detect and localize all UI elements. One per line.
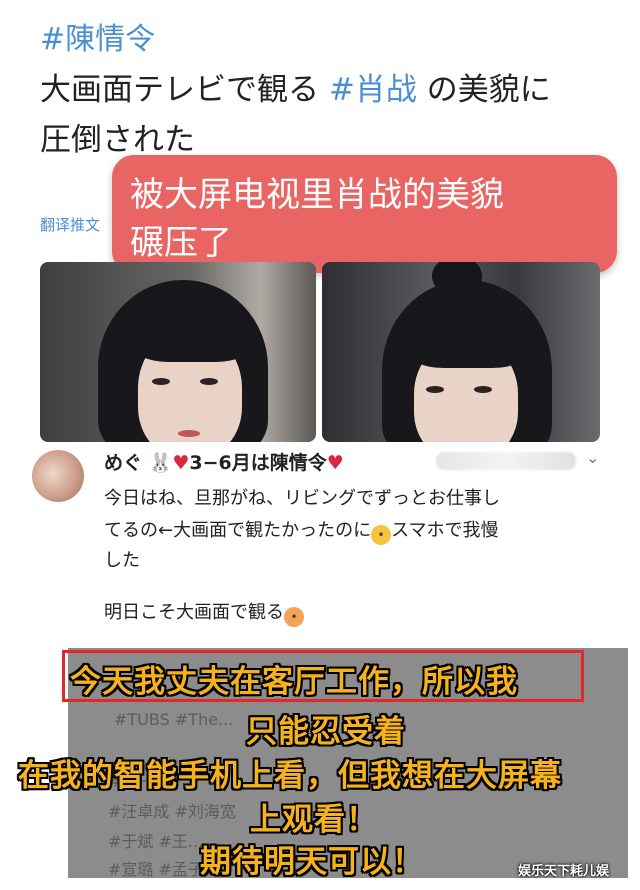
reply-body-line3: した <box>104 550 140 571</box>
reply-body-line2: てるの←大画面で観たかったのに • スマホで我慢 <box>104 516 499 545</box>
eye-left <box>426 386 444 393</box>
eye-right <box>200 378 218 385</box>
fringe-shape <box>132 302 252 362</box>
user-avatar[interactable] <box>32 450 84 502</box>
tweet-text-suffix: の美貌に <box>416 72 551 108</box>
caption-line2: 碾压了 <box>130 223 232 263</box>
hashtag-link[interactable]: #陳情令 <box>40 14 155 58</box>
tweet-text-line1: 大画面テレビで観る #肖战 の美貌に <box>40 64 551 109</box>
reply-body-line1: 今日はね、旦那がね、リビングでずっとお仕事し <box>104 488 500 509</box>
faded-hashtag: #于斌 #王... <box>108 832 204 851</box>
blurred-handle <box>436 452 576 470</box>
reply-body-line2b: スマホで我慢 <box>391 520 499 541</box>
heart-icon: ♥ <box>172 452 190 474</box>
eye-right <box>474 386 492 393</box>
subtitle-line4: 上观看！ <box>250 802 378 838</box>
translate-tweet-link[interactable]: 翻译推文 <box>40 214 100 235</box>
rabbit-icon: 🐰 <box>148 452 173 474</box>
subtitle-line2: 只能忍受着 <box>246 714 406 750</box>
user-display-name[interactable]: めぐ 🐰♥3−6月は陳情令♥ <box>104 448 344 475</box>
hashtag-xiaozhan-link[interactable]: #肖战 <box>329 72 417 108</box>
bottom-border <box>0 878 640 890</box>
watermark: 娱乐天下耗儿娱 <box>518 864 610 879</box>
subtitle-line5: 期待明天可以！ <box>200 844 424 880</box>
reply-body-line2a: てるの←大画面で観たかったのに <box>104 520 372 541</box>
heart-icon: ♥ <box>326 452 344 474</box>
reply-body-line4-text: 明日こそ大画面で観る <box>104 602 284 623</box>
crying-face-icon: • <box>371 525 392 545</box>
tweet-photo-left[interactable] <box>40 262 316 442</box>
caption-bubble: 被大屏电视里肖战的美貌 碾压了 <box>112 155 617 273</box>
tweet-photo-right[interactable] <box>322 262 600 442</box>
chevron-down-icon[interactable]: ⌄ <box>586 448 599 467</box>
username-prefix: めぐ <box>104 452 143 474</box>
subtitle-line3: 在我的智能手机上看，但我想在大屏幕 <box>18 758 562 794</box>
angry-face-icon: • <box>284 607 304 627</box>
tweet-text-prefix: 大画面テレビで観る <box>40 72 329 108</box>
eye-left <box>152 378 170 385</box>
tweet-text-line2: 圧倒された <box>40 122 195 158</box>
lips <box>178 430 200 437</box>
fringe-shape <box>406 306 530 368</box>
subtitle-line1: 今天我丈夫在客厅工作，所以我 <box>70 664 518 700</box>
faded-hashtag: #TUBS #The... <box>114 710 234 729</box>
caption-line1: 被大屏电视里肖战的美貌 <box>130 175 504 215</box>
reply-body-line4: 明日こそ大画面で観る • <box>104 598 304 627</box>
faded-hashtag: #汪卓成 #刘海宽 <box>108 802 236 821</box>
username-mid: 3−6月は陳情令 <box>189 452 327 474</box>
